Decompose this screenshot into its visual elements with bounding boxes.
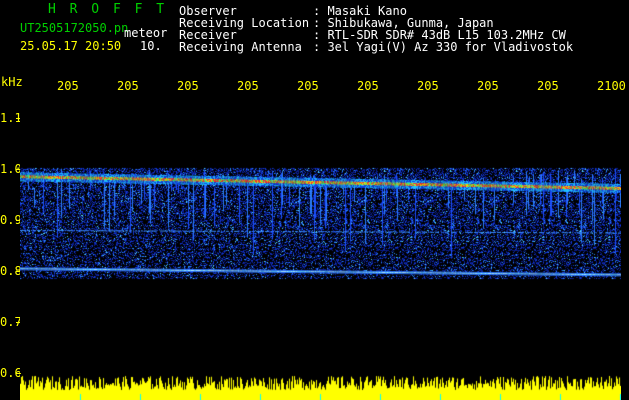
x-tick-label: 205 <box>417 79 439 93</box>
x-tick-label: 205 <box>117 79 139 93</box>
x-tick-label: 205 <box>237 79 259 93</box>
y-unit-label: kHz <box>1 75 23 89</box>
x-tick-label: 205 <box>537 79 559 93</box>
x-tick-label: 205 <box>177 79 199 93</box>
x-tick-label: 205 <box>297 79 319 93</box>
meteor-label: meteor <box>124 26 168 40</box>
x-tick-label: 205 <box>477 79 499 93</box>
spectrogram-plot <box>20 92 621 373</box>
antenna-label: Receiving Antenna <box>179 40 302 54</box>
x-tick-label: 205 <box>357 79 379 93</box>
x-tick-label: 2100 <box>597 79 626 93</box>
x-tick-label: 205 <box>57 79 79 93</box>
meteor-count-histogram <box>20 374 621 400</box>
meteor-count: 10. <box>140 39 162 53</box>
datetime-label: 25.05.17 20:50 <box>20 39 122 53</box>
hrofft-logo: H R O F F T <box>48 2 168 17</box>
antenna-value: : 3el Yagi(V) Az 330 for Vladivostok <box>313 40 574 54</box>
filename-label: UT2505172050.pn <box>20 21 129 35</box>
